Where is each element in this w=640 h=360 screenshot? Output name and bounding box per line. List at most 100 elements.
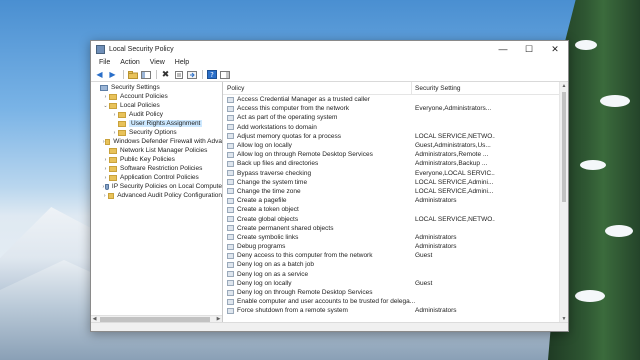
tree-item[interactable]: › Advanced Audit Policy Configuration: [91, 191, 222, 200]
policy-row[interactable]: Create a pagefile Administrators: [223, 196, 568, 205]
scroll-up-icon[interactable]: ▲: [560, 82, 568, 90]
tree-item[interactable]: › Audit Policy: [91, 110, 222, 119]
policy-icon: [227, 170, 234, 177]
tree-item[interactable]: › Public Key Policies: [91, 155, 222, 164]
show-hide-tree-icon[interactable]: [140, 70, 151, 80]
delete-icon[interactable]: ✖: [160, 69, 171, 80]
menu-file[interactable]: File: [94, 59, 115, 66]
expand-chevron-icon[interactable]: ›: [111, 130, 118, 136]
security-setting: LOCAL SERVICE,NETWO...: [415, 215, 495, 223]
title-bar[interactable]: Local Security Policy — ☐ ✕: [91, 41, 568, 57]
policy-icon: [227, 124, 234, 131]
properties-icon[interactable]: [173, 70, 184, 80]
policy-row[interactable]: Deny log on through Remote Desktop Servi…: [223, 288, 568, 297]
security-setting: Administrators: [415, 233, 457, 241]
minimize-button[interactable]: —: [490, 41, 516, 57]
export-list-icon[interactable]: [186, 70, 197, 80]
policy-row[interactable]: Change the time zone LOCAL SERVICE,Admini…: [223, 187, 568, 196]
policy-name: Add workstations to domain: [237, 123, 317, 131]
policy-icon: [227, 298, 234, 305]
expand-chevron-icon[interactable]: ›: [102, 94, 109, 100]
toolbar: ◀ ▶ ✖ ?: [91, 68, 568, 82]
snow-patch: [580, 160, 606, 170]
policy-row[interactable]: Act as part of the operating system: [223, 113, 568, 122]
policy-row[interactable]: Deny log on as a service: [223, 270, 568, 279]
back-arrow-icon[interactable]: ◀: [94, 70, 105, 80]
security-setting: Guest: [415, 252, 433, 260]
policy-row[interactable]: Allow log on through Remote Desktop Serv…: [223, 150, 568, 159]
policy-icon: [227, 206, 234, 213]
policy-row[interactable]: Deny log on as a batch job: [223, 260, 568, 269]
policy-row[interactable]: Allow log on locally Guest,Administrators…: [223, 141, 568, 150]
up-folder-icon[interactable]: [127, 70, 138, 80]
policy-name: Allow log on through Remote Desktop Serv…: [237, 151, 373, 159]
policy-name: Create a pagefile: [237, 197, 287, 205]
policy-row[interactable]: Access Credential Manager as a trusted c…: [223, 95, 568, 104]
snow-patch: [575, 290, 605, 302]
tree-item-label: User Rights Assignment: [129, 120, 203, 127]
policy-name: Deny log on locally: [237, 279, 292, 287]
tree-item[interactable]: › Windows Defender Firewall with Adva: [91, 137, 222, 146]
column-header-security-setting[interactable]: Security Setting: [412, 85, 461, 92]
policy-icon: [227, 188, 234, 195]
folder-icon: [109, 102, 117, 109]
policy-name: Create permanent shared objects: [237, 224, 334, 232]
sort-caret-icon: ^: [315, 82, 318, 86]
security-setting: Everyone,LOCAL SERVIC...: [415, 169, 495, 177]
tree-item[interactable]: Security Settings: [91, 83, 222, 92]
tree-item[interactable]: Network List Manager Policies: [91, 146, 222, 155]
policy-row[interactable]: Access this computer from the network Eve…: [223, 104, 568, 113]
list-vertical-scrollbar[interactable]: ▲ ▼: [559, 82, 568, 323]
menu-help[interactable]: Help: [170, 59, 194, 66]
toolbar-separator: [202, 70, 203, 79]
tree-item[interactable]: › Application Control Policies: [91, 173, 222, 182]
menu-view[interactable]: View: [145, 59, 170, 66]
menu-action[interactable]: Action: [115, 59, 144, 66]
policy-row[interactable]: Create global objects LOCAL SERVICE,NETWO…: [223, 214, 568, 223]
policy-name: Access Credential Manager as a trusted c…: [237, 96, 370, 104]
policy-row[interactable]: Force shutdown from a remote system Admin…: [223, 306, 568, 315]
folder-icon: [109, 165, 117, 172]
snow-patch: [605, 225, 633, 237]
tree-item[interactable]: ⌄ Local Policies: [91, 101, 222, 110]
policy-row[interactable]: Debug programs Administrators: [223, 242, 568, 251]
policy-row[interactable]: Add workstations to domain: [223, 123, 568, 132]
tree-item[interactable]: › Account Policies: [91, 92, 222, 101]
policy-row[interactable]: Change the system time LOCAL SERVICE,Admi…: [223, 178, 568, 187]
tree-item[interactable]: › Software Restriction Policies: [91, 164, 222, 173]
policy-row[interactable]: Deny log on locally Guest: [223, 279, 568, 288]
policy-row[interactable]: Create symbolic links Administrators: [223, 233, 568, 242]
policy-row[interactable]: Bypass traverse checking Everyone,LOCAL S…: [223, 169, 568, 178]
policy-icon: [227, 105, 234, 112]
forward-arrow-icon[interactable]: ▶: [107, 70, 118, 80]
expand-chevron-icon[interactable]: ⌄: [102, 103, 109, 109]
policy-icon: [227, 160, 234, 167]
policy-row[interactable]: Deny access to this computer from the ne…: [223, 251, 568, 260]
folder-icon: [118, 111, 126, 118]
policy-row[interactable]: Back up files and directories Administrat…: [223, 159, 568, 168]
policy-row[interactable]: Create permanent shared objects: [223, 224, 568, 233]
close-button[interactable]: ✕: [542, 41, 568, 57]
policy-icon: [227, 179, 234, 186]
maximize-button[interactable]: ☐: [516, 41, 542, 57]
tree-item[interactable]: › Security Options: [91, 128, 222, 137]
tree-item[interactable]: User Rights Assignment: [91, 119, 222, 128]
policy-row[interactable]: Enable computer and user accounts to be …: [223, 297, 568, 306]
scrollbar-thumb[interactable]: [562, 92, 566, 202]
expand-chevron-icon[interactable]: ›: [102, 157, 109, 163]
policy-icon: [227, 234, 234, 241]
tree-item-label: Audit Policy: [129, 111, 163, 118]
security-setting: Guest,Administrators,Us...: [415, 142, 491, 150]
help-icon[interactable]: ?: [206, 70, 217, 80]
folder-icon: [109, 174, 117, 181]
column-header-policy[interactable]: Policy: [223, 82, 412, 94]
expand-chevron-icon[interactable]: ›: [111, 112, 118, 118]
action-pane-icon[interactable]: [219, 70, 230, 80]
policy-name: Deny log on as a batch job: [237, 261, 314, 269]
tree-item[interactable]: › IP Security Policies on Local Compute: [91, 182, 222, 191]
policy-row[interactable]: Adjust memory quotas for a process LOCAL …: [223, 132, 568, 141]
security-setting: Administrators: [415, 243, 457, 251]
policy-row[interactable]: Create a token object: [223, 205, 568, 214]
expand-chevron-icon[interactable]: ›: [102, 166, 109, 172]
expand-chevron-icon[interactable]: ›: [102, 175, 109, 181]
